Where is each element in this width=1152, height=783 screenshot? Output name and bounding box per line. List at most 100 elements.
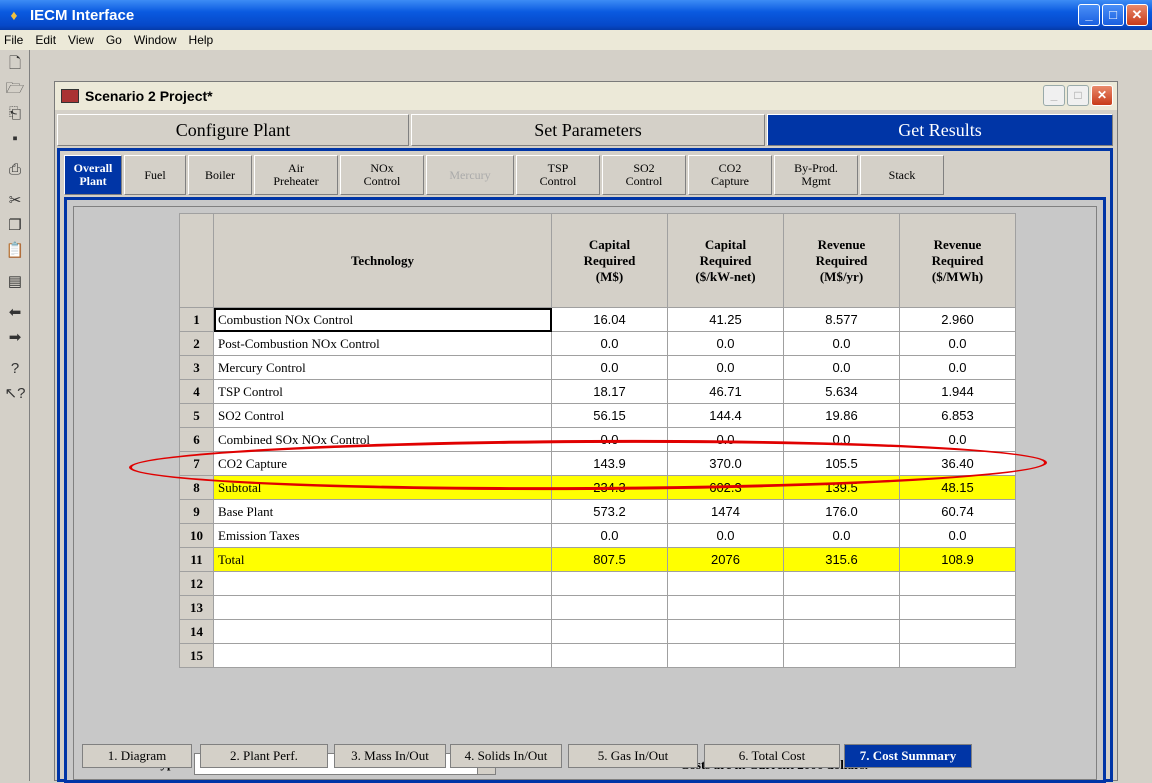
value-cell[interactable] <box>667 571 784 596</box>
child-maximize-button[interactable]: □ <box>1067 85 1089 106</box>
value-cell[interactable] <box>899 619 1016 644</box>
open-folder-icon[interactable]: 🗁 <box>3 78 27 100</box>
value-cell[interactable]: 2076 <box>667 547 784 572</box>
value-cell[interactable] <box>667 595 784 620</box>
child-minimize-button[interactable]: _ <box>1043 85 1065 106</box>
value-cell[interactable]: 0.0 <box>551 523 668 548</box>
technology-cell[interactable] <box>213 571 552 596</box>
forward-arrow-icon[interactable]: ➡ <box>3 327 27 349</box>
value-cell[interactable]: 1.944 <box>899 379 1016 404</box>
menu-help[interactable]: Help <box>189 33 214 47</box>
value-cell[interactable]: 176.0 <box>783 499 900 524</box>
value-cell[interactable] <box>667 619 784 644</box>
value-cell[interactable]: 0.0 <box>899 523 1016 548</box>
value-cell[interactable] <box>899 571 1016 596</box>
value-cell[interactable]: 60.74 <box>899 499 1016 524</box>
value-cell[interactable]: 108.9 <box>899 547 1016 572</box>
btab-mass-in-out[interactable]: 3. Mass In/Out <box>334 744 446 768</box>
value-cell[interactable] <box>783 571 900 596</box>
value-cell[interactable]: 573.2 <box>551 499 668 524</box>
value-cell[interactable] <box>551 643 668 668</box>
technology-cell[interactable]: Mercury Control <box>213 355 552 380</box>
technology-cell[interactable]: Post-Combustion NOx Control <box>213 331 552 356</box>
value-cell[interactable]: 46.71 <box>667 379 784 404</box>
value-cell[interactable] <box>899 595 1016 620</box>
btab-gas-in-out[interactable]: 5. Gas In/Out <box>568 744 698 768</box>
value-cell[interactable]: 0.0 <box>899 355 1016 380</box>
value-cell[interactable]: 41.25 <box>667 307 784 332</box>
new-file-icon[interactable]: 🗋 <box>3 53 27 75</box>
value-cell[interactable]: 315.6 <box>783 547 900 572</box>
child-close-button[interactable]: ✕ <box>1091 85 1113 106</box>
value-cell[interactable]: 0.0 <box>899 331 1016 356</box>
menu-window[interactable]: Window <box>134 33 177 47</box>
subtab-so2-control[interactable]: SO2 Control <box>602 155 686 195</box>
save-icon[interactable]: ▪ <box>3 128 27 150</box>
value-cell[interactable]: 1474 <box>667 499 784 524</box>
window-titlebar[interactable]: ♦ IECM Interface _ □ ✕ <box>0 0 1152 30</box>
subtab-fuel[interactable]: Fuel <box>124 155 186 195</box>
technology-cell[interactable]: TSP Control <box>213 379 552 404</box>
value-cell[interactable] <box>551 571 668 596</box>
value-cell[interactable]: 0.0 <box>667 331 784 356</box>
tab-configure-plant[interactable]: Configure Plant <box>57 114 409 146</box>
menu-file[interactable]: File <box>4 33 23 47</box>
btab-cost-summary[interactable]: 7. Cost Summary <box>844 744 972 768</box>
technology-cell[interactable]: Combustion NOx Control <box>213 307 552 332</box>
subtab-co2-capture[interactable]: CO2 Capture <box>688 155 772 195</box>
value-cell[interactable]: 144.4 <box>667 403 784 428</box>
value-cell[interactable]: 0.0 <box>783 331 900 356</box>
btab-diagram[interactable]: 1. Diagram <box>82 744 192 768</box>
value-cell[interactable]: 0.0 <box>783 523 900 548</box>
technology-cell[interactable]: SO2 Control <box>213 403 552 428</box>
scenario-titlebar[interactable]: Scenario 2 Project* _ □ ✕ <box>55 82 1117 110</box>
back-arrow-icon[interactable]: ⬅ <box>3 302 27 324</box>
value-cell[interactable]: 0.0 <box>551 331 668 356</box>
close-button[interactable]: ✕ <box>1126 4 1148 26</box>
technology-cell[interactable] <box>213 619 552 644</box>
menu-view[interactable]: View <box>68 33 94 47</box>
value-cell[interactable]: 5.634 <box>783 379 900 404</box>
technology-cell[interactable]: Total <box>213 547 552 572</box>
subtab-overall-plant[interactable]: Overall Plant <box>64 155 122 195</box>
paste-icon[interactable]: 📋 <box>3 240 27 262</box>
value-cell[interactable] <box>899 643 1016 668</box>
value-cell[interactable] <box>783 619 900 644</box>
value-cell[interactable]: 19.86 <box>783 403 900 428</box>
subtab-stack[interactable]: Stack <box>860 155 944 195</box>
subtab-mercury[interactable]: Mercury <box>426 155 514 195</box>
cut-icon[interactable]: ✂ <box>3 190 27 212</box>
value-cell[interactable]: 0.0 <box>667 523 784 548</box>
value-cell[interactable]: 56.15 <box>551 403 668 428</box>
menu-edit[interactable]: Edit <box>35 33 56 47</box>
technology-cell[interactable] <box>213 643 552 668</box>
subtab-tsp-control[interactable]: TSP Control <box>516 155 600 195</box>
value-cell[interactable]: 0.0 <box>551 355 668 380</box>
value-cell[interactable]: 807.5 <box>551 547 668 572</box>
btab-plant-perf[interactable]: 2. Plant Perf. <box>200 744 328 768</box>
subtab-nox-control[interactable]: NOx Control <box>340 155 424 195</box>
value-cell[interactable]: 0.0 <box>783 355 900 380</box>
btab-solids-in-out[interactable]: 4. Solids In/Out <box>450 744 562 768</box>
value-cell[interactable]: 8.577 <box>783 307 900 332</box>
technology-cell[interactable] <box>213 595 552 620</box>
subtab-byprod-mgmt[interactable]: By-Prod. Mgmt <box>774 155 858 195</box>
value-cell[interactable]: 18.17 <box>551 379 668 404</box>
subtab-air-preheater[interactable]: Air Preheater <box>254 155 338 195</box>
btab-total-cost[interactable]: 6. Total Cost <box>704 744 840 768</box>
technology-cell[interactable]: Base Plant <box>213 499 552 524</box>
value-cell[interactable] <box>551 595 668 620</box>
value-cell[interactable] <box>783 595 900 620</box>
technology-cell[interactable]: Emission Taxes <box>213 523 552 548</box>
tab-set-parameters[interactable]: Set Parameters <box>411 114 765 146</box>
print-icon[interactable]: ⎙ <box>3 159 27 181</box>
context-help-icon[interactable]: ↖? <box>3 383 27 405</box>
value-cell[interactable]: 0.0 <box>667 355 784 380</box>
copy-icon[interactable]: ❐ <box>3 215 27 237</box>
properties-icon[interactable]: ▤ <box>3 271 27 293</box>
value-cell[interactable] <box>783 643 900 668</box>
tab-get-results[interactable]: Get Results <box>767 114 1113 146</box>
maximize-button[interactable]: □ <box>1102 4 1124 26</box>
menu-go[interactable]: Go <box>106 33 122 47</box>
value-cell[interactable]: 16.04 <box>551 307 668 332</box>
